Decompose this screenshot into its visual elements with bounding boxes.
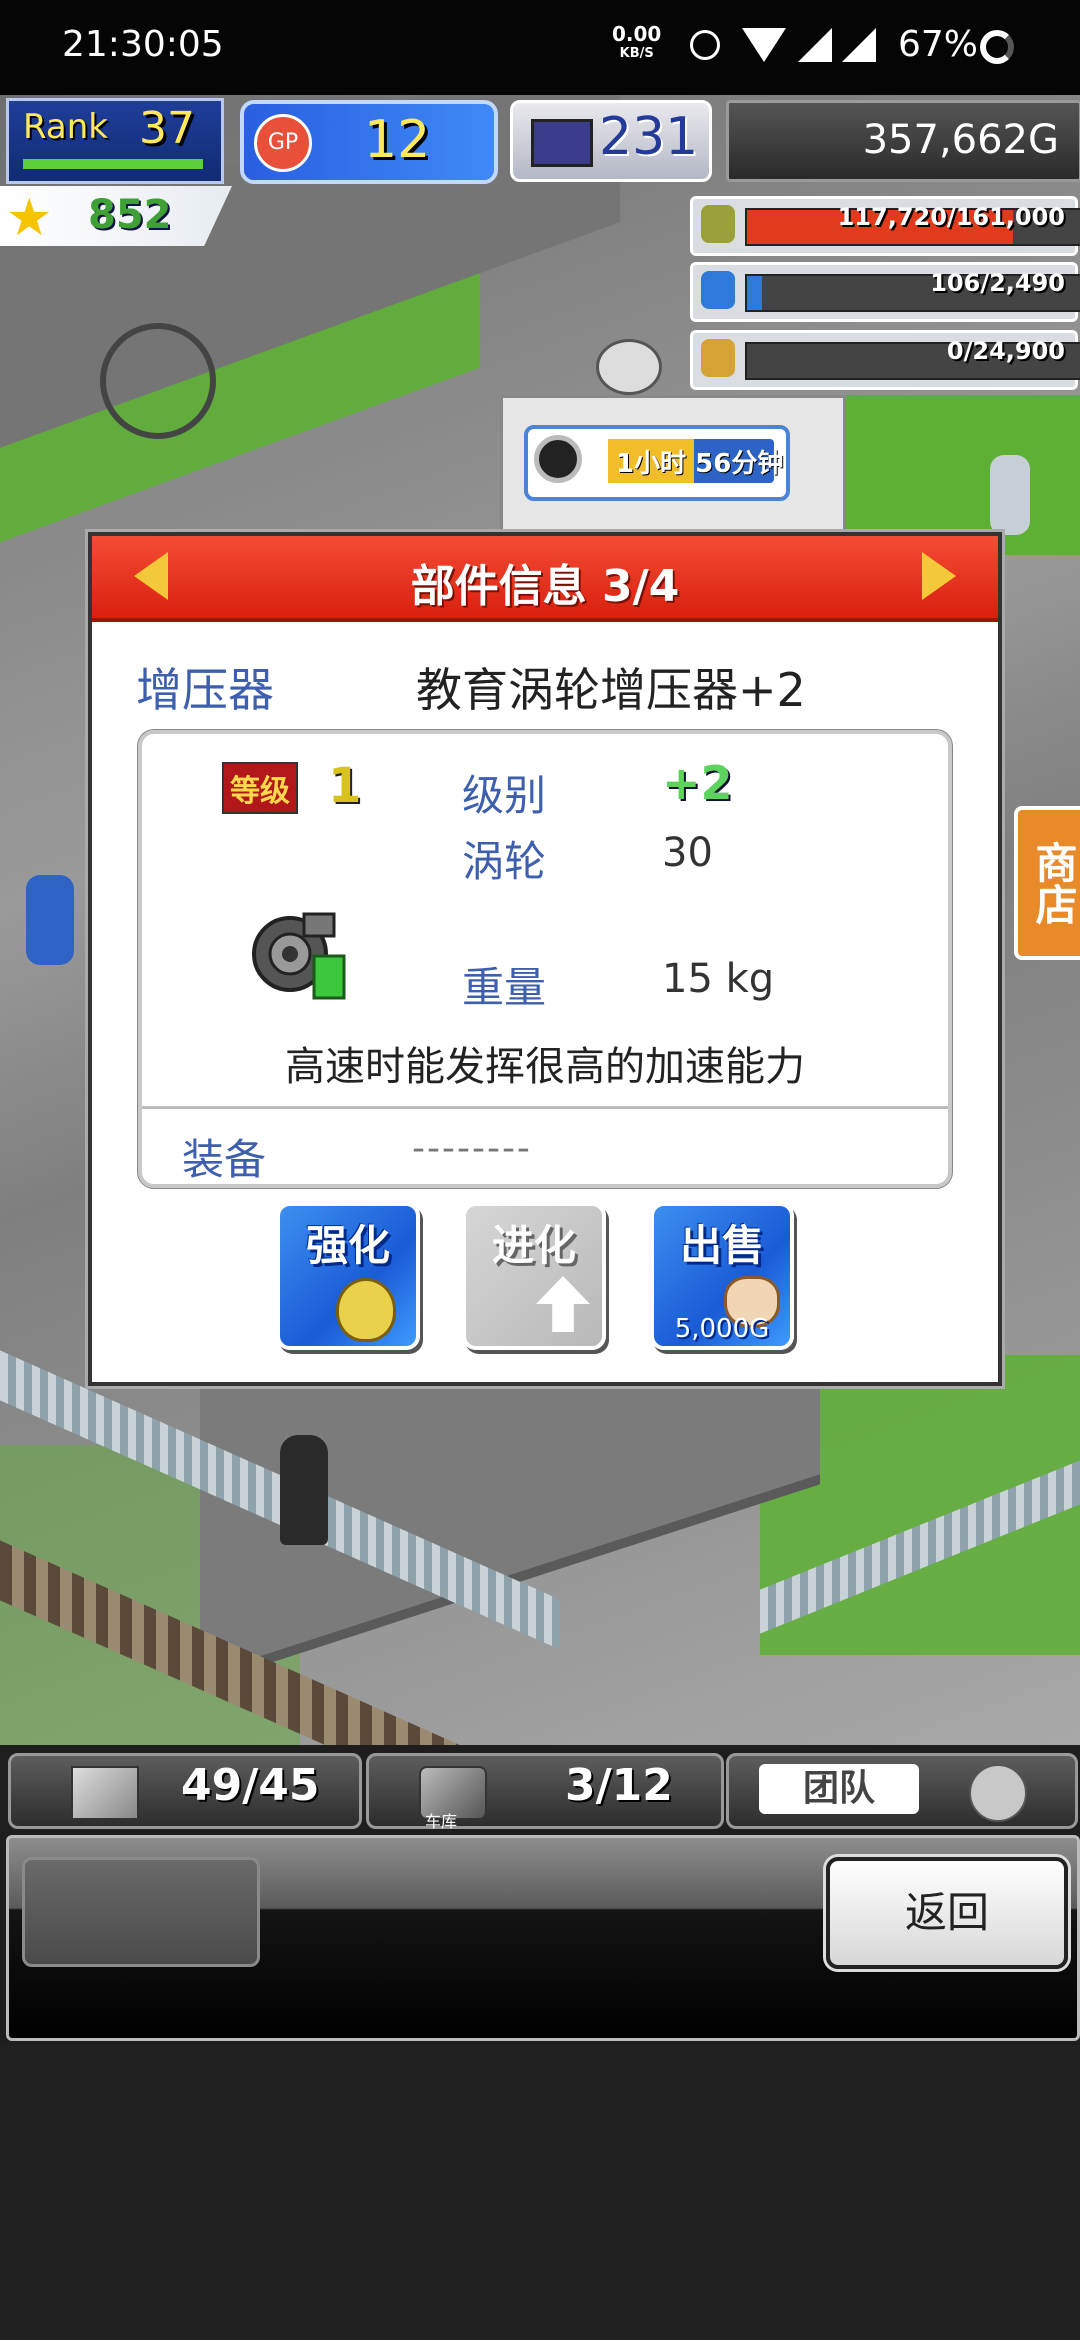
bottle-icon — [701, 271, 735, 309]
gp-value: 12 — [364, 110, 431, 170]
status-bar: 21:30:05 0.00 KB/S 67% — [0, 0, 1080, 95]
battery-level: 67% — [898, 24, 979, 65]
equip-label: 装备 — [182, 1135, 267, 1184]
evolve-button[interactable]: 进化 — [462, 1202, 606, 1350]
enhance-button[interactable]: 强化 — [276, 1202, 420, 1350]
next-arrow-icon[interactable] — [922, 552, 956, 600]
star-icon: ★ — [6, 188, 53, 248]
garage-count: 3/12 — [565, 1760, 673, 1811]
tab-team[interactable]: 团队 — [726, 1753, 1078, 1829]
bottom-bar: 49/45 车库 3/12 团队 返回 — [0, 1745, 1080, 2045]
team-label: 团队 — [759, 1764, 919, 1814]
battery-icon — [980, 30, 1014, 64]
fuel-text: 117,720/161,000 — [837, 203, 1065, 231]
sell-price: 5,000G — [674, 1314, 770, 1344]
rank-value: 37 — [139, 103, 195, 154]
resource-fuel[interactable]: 117,720/161,000 — [690, 196, 1080, 256]
turbo-label: 涡轮 — [462, 837, 547, 886]
clock: 21:30:05 — [62, 24, 224, 65]
evolve-label: 进化 — [491, 1221, 576, 1270]
worker-character — [990, 455, 1030, 535]
net-speed-value: 0.00 — [612, 22, 662, 46]
walking-person[interactable] — [280, 1435, 328, 1545]
enhance-label: 强化 — [305, 1221, 390, 1270]
back-button[interactable]: 返回 — [826, 1857, 1068, 1969]
empty-area — [0, 2045, 1080, 2340]
part-category: 增压器 — [136, 663, 274, 717]
mechanic-character — [26, 875, 74, 965]
empty-button[interactable] — [22, 1857, 260, 1967]
vip-sign-icon — [100, 323, 216, 439]
egg-icon — [336, 1278, 396, 1342]
pc-points-value: 231 — [599, 107, 699, 167]
tab-items[interactable]: 49/45 — [8, 1753, 362, 1829]
rank-label: Rank — [23, 107, 108, 147]
grade-value: +2 — [662, 756, 733, 810]
satellite-dish-icon — [596, 339, 662, 395]
sell-button[interactable]: 出售 5,000G — [650, 1202, 794, 1350]
part-info-dialog: 部件信息 3/4 增压器 教育涡轮增压器+2 等级 1 级别 +2 涡轮 30 … — [88, 532, 1002, 1386]
gp-coin-icon: GP — [254, 114, 312, 172]
weight-value: 15 kg — [662, 956, 775, 1002]
oil-barrel-icon — [701, 205, 735, 243]
tire-icon — [534, 435, 582, 483]
timer-text: 1小时 56分钟 — [616, 449, 784, 479]
rank-progress-bar — [23, 159, 203, 169]
parts-bar-fill — [747, 276, 762, 310]
pc-points-panel[interactable]: 231 — [510, 100, 712, 182]
card-divider — [142, 1106, 948, 1109]
items-count: 49/45 — [181, 1760, 320, 1811]
resource-wheat[interactable]: 0/24,900 — [690, 330, 1080, 390]
part-stats-card: 等级 1 级别 +2 涡轮 30 重量 15 kg 高速时能发挥很高的加速能力 … — [138, 730, 952, 1188]
shop-sign[interactable]: 商店 — [1014, 806, 1080, 960]
wheat-icon — [701, 339, 735, 377]
turbo-value: 30 — [662, 830, 713, 876]
wheat-text: 0/24,900 — [946, 337, 1065, 365]
signal-2-icon — [842, 28, 876, 62]
weight-label: 重量 — [462, 963, 547, 1012]
gp-panel[interactable]: GP 12 — [240, 100, 498, 184]
stars-panel: ★ 852 — [0, 186, 232, 246]
parts-text: 106/2,490 — [930, 269, 1065, 297]
up-arrow-icon — [536, 1276, 590, 1332]
money-panel: 357,662G — [726, 100, 1080, 182]
grade-label: 级别 — [462, 771, 547, 820]
part-description: 高速时能发挥很高的加速能力 — [285, 1044, 805, 1090]
team-member-icon — [969, 1764, 1027, 1822]
sell-label: 出售 — [679, 1221, 764, 1270]
build-timer[interactable]: 1小时 56分钟 — [524, 425, 790, 501]
rank-panel[interactable]: Rank 37 — [6, 98, 224, 184]
dialog-title: 部件信息 3/4 — [410, 561, 680, 612]
garage-label: 车库 — [425, 1812, 458, 1831]
signal-icon — [798, 28, 832, 62]
stars-value: 852 — [88, 192, 172, 238]
resource-parts[interactable]: 106/2,490 — [690, 262, 1080, 322]
net-speed: 0.00 KB/S — [612, 24, 661, 64]
net-speed-unit: KB/S — [619, 46, 654, 61]
wifi-icon — [742, 28, 786, 62]
turbocharger-icon — [252, 912, 346, 1000]
computer-icon — [531, 119, 593, 167]
money-value: 357,662G — [862, 117, 1059, 163]
tab-garage[interactable]: 车库 3/12 — [366, 1753, 724, 1831]
dialog-header: 部件信息 3/4 — [92, 536, 998, 622]
level-badge: 等级 — [222, 762, 298, 814]
grass-area-right — [840, 395, 1080, 555]
crate-icon — [71, 1766, 139, 1820]
level-value: 1 — [328, 758, 362, 814]
part-name: 教育涡轮增压器+2 — [416, 663, 806, 717]
alarm-icon — [690, 30, 720, 60]
equip-value: -------- — [412, 1128, 532, 1169]
